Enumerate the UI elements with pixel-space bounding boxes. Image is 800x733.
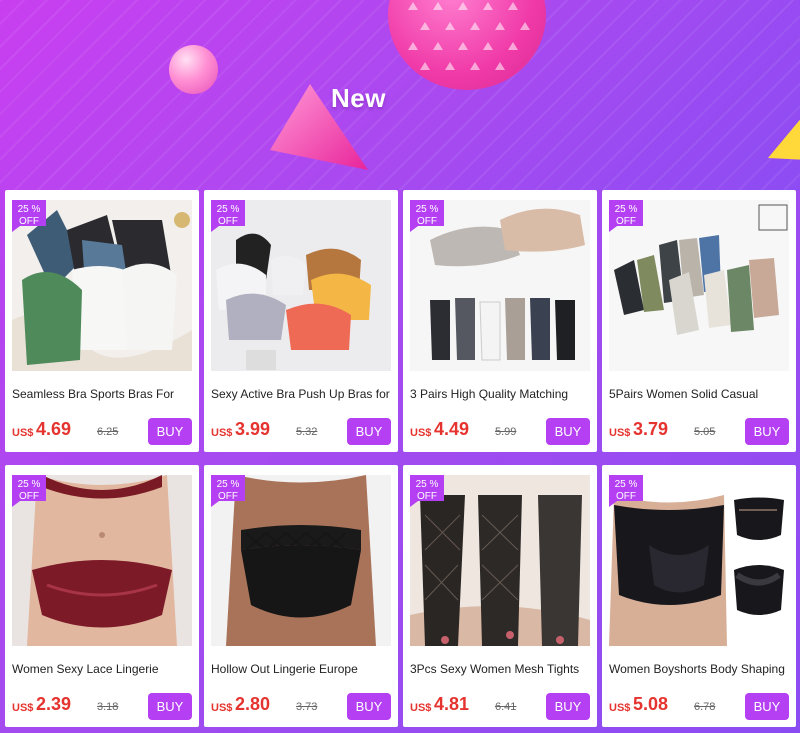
discount-badge: 25 % OFF bbox=[410, 475, 444, 507]
discount-badge: 25 % OFF bbox=[12, 475, 46, 507]
buy-button[interactable]: BUY bbox=[745, 693, 789, 720]
banner-title: New bbox=[331, 83, 386, 113]
promo-banner: New bbox=[0, 0, 800, 190]
price-row: US$ 3.79 5.05 BUY bbox=[609, 418, 789, 445]
buy-button[interactable]: BUY bbox=[546, 693, 590, 720]
product-grid: 25 % OFF Seamless Bra Sports Bras For US… bbox=[5, 190, 799, 727]
sale-price: 3.99 bbox=[235, 419, 271, 439]
original-price: 6.78 bbox=[694, 701, 716, 713]
original-price: 5.05 bbox=[694, 426, 716, 438]
price-row: US$ 5.08 6.78 BUY bbox=[609, 693, 789, 720]
original-price: 3.73 bbox=[296, 701, 318, 713]
currency-label: US$ bbox=[12, 427, 34, 439]
decorative-circle bbox=[169, 45, 218, 94]
sale-price: 2.80 bbox=[235, 694, 271, 714]
original-price: 6.41 bbox=[495, 701, 517, 713]
sale-price: 2.39 bbox=[36, 694, 72, 714]
product-card[interactable]: 25 % OFF Seamless Bra Sports Bras For US… bbox=[5, 190, 199, 452]
original-price: 5.32 bbox=[296, 426, 318, 438]
original-price: 3.18 bbox=[97, 701, 119, 713]
product-card[interactable]: 25 % OFF Women Boyshorts Body Shaping US… bbox=[602, 465, 796, 727]
product-card[interactable]: 25 % OFF Women Sexy Lace Lingerie US$ 2.… bbox=[5, 465, 199, 727]
buy-button[interactable]: BUY bbox=[745, 418, 789, 445]
decorative-corner-triangle bbox=[768, 119, 800, 160]
discount-badge: 25 % OFF bbox=[609, 200, 643, 232]
currency-label: US$ bbox=[12, 702, 34, 714]
buy-button[interactable]: BUY bbox=[546, 418, 590, 445]
product-card[interactable]: 25 % OFF 3Pcs Sexy Women Mesh Tights US$… bbox=[403, 465, 597, 727]
buy-button[interactable]: BUY bbox=[347, 418, 391, 445]
price-row: US$ 4.81 6.41 BUY bbox=[410, 693, 590, 720]
original-price: 6.25 bbox=[97, 426, 119, 438]
price-row: US$ 2.80 3.73 BUY bbox=[211, 693, 391, 720]
buy-button[interactable]: BUY bbox=[347, 693, 391, 720]
discount-badge: 25 % OFF bbox=[211, 200, 245, 232]
original-price: 5.99 bbox=[495, 426, 517, 438]
sale-price: 4.81 bbox=[434, 694, 470, 714]
currency-label: US$ bbox=[211, 427, 233, 439]
discount-badge: 25 % OFF bbox=[410, 200, 444, 232]
decorative-ball bbox=[388, 0, 546, 90]
currency-label: US$ bbox=[410, 702, 432, 714]
price-row: US$ 2.39 3.18 BUY bbox=[12, 693, 192, 720]
product-card[interactable]: 25 % OFF Hollow Out Lingerie Europe US$ … bbox=[204, 465, 398, 727]
product-title[interactable]: Women Sexy Lace Lingerie bbox=[12, 662, 196, 676]
sale-price: 3.79 bbox=[633, 419, 669, 439]
buy-button[interactable]: BUY bbox=[148, 418, 192, 445]
product-card[interactable]: 25 % OFF 3 Pairs High Quality Matching U… bbox=[403, 190, 597, 452]
sale-price: 5.08 bbox=[633, 694, 669, 714]
product-card[interactable]: 25 % OFF 5Pairs Women Solid Casual US$ 3… bbox=[602, 190, 796, 452]
product-title[interactable]: 5Pairs Women Solid Casual bbox=[609, 387, 793, 401]
product-title[interactable]: Sexy Active Bra Push Up Bras for bbox=[211, 387, 395, 401]
product-title[interactable]: Women Boyshorts Body Shaping bbox=[609, 662, 793, 676]
price-row: US$ 4.49 5.99 BUY bbox=[410, 418, 590, 445]
sale-price: 4.49 bbox=[434, 419, 470, 439]
sale-price: 4.69 bbox=[36, 419, 72, 439]
product-card[interactable]: 25 % OFF Sexy Active Bra Push Up Bras fo… bbox=[204, 190, 398, 452]
price-row: US$ 4.69 6.25 BUY bbox=[12, 418, 192, 445]
discount-badge: 25 % OFF bbox=[609, 475, 643, 507]
product-title[interactable]: Seamless Bra Sports Bras For bbox=[12, 387, 196, 401]
product-title[interactable]: 3Pcs Sexy Women Mesh Tights bbox=[410, 662, 594, 676]
discount-badge: 25 % OFF bbox=[12, 200, 46, 232]
product-title[interactable]: Hollow Out Lingerie Europe bbox=[211, 662, 395, 676]
currency-label: US$ bbox=[609, 702, 631, 714]
currency-label: US$ bbox=[410, 427, 432, 439]
currency-label: US$ bbox=[211, 702, 233, 714]
product-title[interactable]: 3 Pairs High Quality Matching bbox=[410, 387, 594, 401]
buy-button[interactable]: BUY bbox=[148, 693, 192, 720]
price-row: US$ 3.99 5.32 BUY bbox=[211, 418, 391, 445]
discount-badge: 25 % OFF bbox=[211, 475, 245, 507]
currency-label: US$ bbox=[609, 427, 631, 439]
